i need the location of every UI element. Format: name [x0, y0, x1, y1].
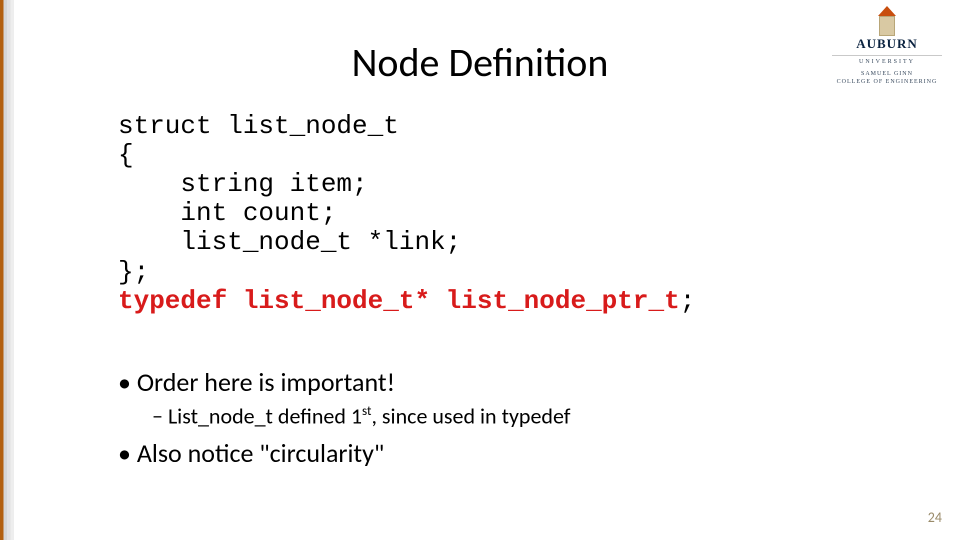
logo-college-text: SAMUEL GINN COLLEGE OF ENGINEERING [832, 71, 942, 87]
bullet-1-sub: List_node_t defined 1st, since used in t… [152, 402, 570, 429]
bullet-1-sub-post: , since used in typedef [371, 402, 570, 429]
code-line-4: int count; [118, 198, 336, 228]
slide: Node Definition AUBURN UNIVERSITY SAMUEL… [0, 0, 960, 540]
code-typedef-semicolon: ; [680, 286, 696, 316]
code-line-1: struct list_node_t [118, 111, 399, 141]
code-line-3: string item; [118, 169, 368, 199]
page-number: 24 [928, 509, 942, 526]
code-line-2: { [118, 140, 134, 170]
logo-college-line2: COLLEGE OF ENGINEERING [837, 79, 938, 85]
bullet-list: Order here is important! List_node_t def… [118, 366, 570, 473]
bullet-1: Order here is important! [118, 366, 570, 398]
logo-sub-text: UNIVERSITY [832, 55, 942, 65]
bullet-1-sub-pre: List_node_t defined 1 [168, 402, 362, 429]
code-line-6: }; [118, 257, 149, 287]
code-line-typedef: typedef list_node_t* list_node_ptr_t [118, 286, 680, 316]
logo-college-line1: SAMUEL GINN [861, 71, 913, 77]
bullet-2: Also notice "circularity" [118, 437, 570, 469]
tower-icon [878, 6, 896, 34]
code-block: struct list_node_t { string item; int co… [118, 112, 695, 316]
university-logo: AUBURN UNIVERSITY SAMUEL GINN COLLEGE OF… [832, 6, 942, 87]
code-line-5: list_node_t *link; [118, 227, 461, 257]
slide-title: Node Definition [0, 38, 960, 87]
logo-main-text: AUBURN [832, 36, 942, 52]
